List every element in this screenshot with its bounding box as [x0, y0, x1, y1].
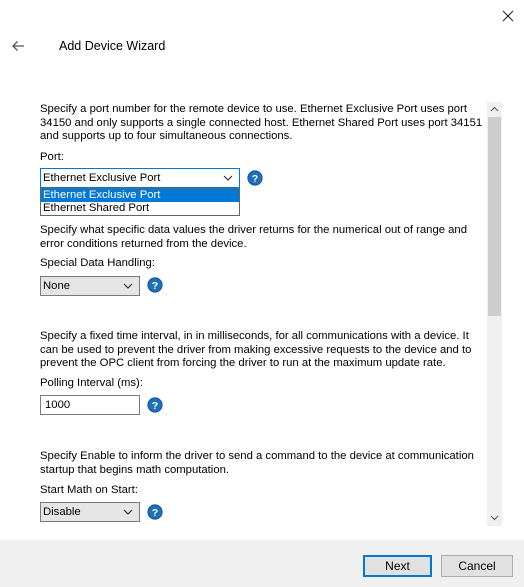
start-math-select-value: Disable — [43, 506, 81, 518]
chevron-down-icon — [121, 505, 135, 519]
special-data-select[interactable]: None — [40, 276, 140, 296]
scroll-down-icon[interactable] — [487, 511, 502, 525]
next-button[interactable]: Next — [363, 555, 432, 577]
port-select[interactable]: Ethernet Exclusive Port — [40, 168, 240, 188]
settings-content: Specify a port number for the remote dev… — [0, 96, 486, 526]
svg-text:?: ? — [152, 507, 158, 519]
back-arrow-icon[interactable] — [6, 34, 30, 58]
wizard-title: Add Device Wizard — [59, 39, 166, 53]
help-icon[interactable]: ? — [147, 397, 163, 413]
port-option-exclusive[interactable]: Ethernet Exclusive Port — [41, 189, 239, 202]
svg-text:?: ? — [152, 280, 158, 292]
start-math-description: Specify Enable to inform the driver to s… — [40, 450, 474, 476]
port-description: Specify a port number for the remote dev… — [40, 103, 483, 143]
svg-text:?: ? — [252, 173, 258, 185]
polling-label: Polling Interval (ms): — [40, 377, 143, 389]
port-dropdown-list: Ethernet Exclusive Port Ethernet Shared … — [40, 188, 240, 216]
cancel-button[interactable]: Cancel — [441, 555, 513, 577]
close-icon[interactable] — [496, 4, 520, 28]
chevron-down-icon — [121, 279, 135, 293]
start-math-label: Start Math on Start: — [40, 484, 138, 496]
scroll-up-icon[interactable] — [487, 102, 502, 116]
port-option-shared[interactable]: Ethernet Shared Port — [41, 202, 239, 215]
svg-text:?: ? — [152, 400, 158, 412]
port-label: Port: — [40, 151, 64, 163]
start-math-select[interactable]: Disable — [40, 502, 140, 522]
help-icon[interactable]: ? — [247, 170, 263, 186]
polling-description: Specify a fixed time interval, in in mil… — [40, 330, 472, 370]
scrollbar-thumb[interactable] — [488, 117, 501, 316]
special-data-description: Specify what specific data values the dr… — [40, 224, 467, 250]
special-data-label: Special Data Handling: — [40, 257, 155, 269]
help-icon[interactable]: ? — [147, 504, 163, 520]
help-icon[interactable]: ? — [147, 277, 163, 293]
port-select-value: Ethernet Exclusive Port — [43, 172, 161, 184]
chevron-down-icon — [221, 171, 235, 185]
special-data-select-value: None — [43, 280, 71, 292]
polling-interval-input[interactable]: 1000 — [40, 395, 140, 415]
